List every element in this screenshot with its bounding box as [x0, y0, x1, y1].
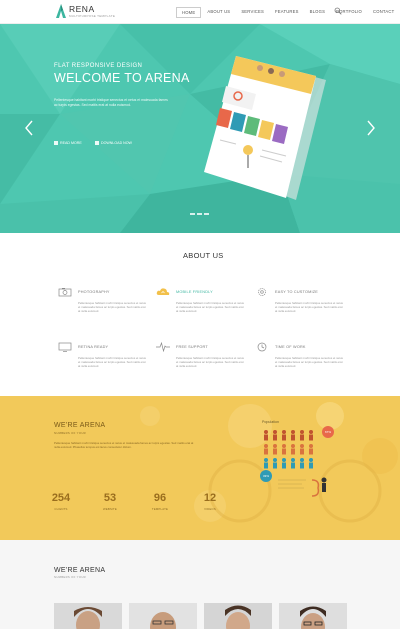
feature-retina-ready: RETINA READY Pellentesque habitant morbi…: [58, 341, 148, 369]
feature-title: EASY TO CUSTOMIZE: [275, 290, 318, 294]
read-more-label: READ MORE: [60, 141, 82, 145]
avatar: [54, 603, 122, 629]
camera-icon: [58, 288, 72, 297]
stats-subtitle: NUMBERS OF YOUR: [54, 431, 86, 435]
team-section: WE'RE ARENA NUMBERS OF YOUR: [0, 540, 400, 629]
settings-icon: [258, 288, 266, 296]
stat-value: 53: [103, 492, 117, 504]
next-arrow-icon[interactable]: [366, 120, 376, 136]
stat-value: 96: [153, 492, 167, 504]
menu-item-blogs[interactable]: BLOGS: [305, 7, 330, 18]
logo-icon: [56, 4, 66, 18]
hero-slider: FLAT RESPONSIVE DESIGN WELCOME TO ARENA …: [0, 24, 400, 233]
population-infographic: [264, 430, 327, 497]
feature-title: RETINA READY: [78, 345, 109, 349]
feature-photography: PHOTOGRAPHY Pellentesque habitant morbi …: [58, 286, 148, 314]
feature-title: TIME OF WORK: [275, 345, 306, 349]
clock-icon: [257, 342, 267, 352]
main-menu: HOME ABOUT US SERVICES FEATURES BLOGS PO…: [176, 7, 400, 18]
top-nav: RENA MULTIPURPOSE TEMPLATE HOME ABOUT US…: [0, 0, 400, 24]
feature-customize: EASY TO CUSTOMIZE Pellentesque habitant …: [255, 286, 345, 314]
logo-name: RENA: [69, 3, 95, 14]
slider-dot[interactable]: [190, 213, 195, 215]
feature-text: Pellentesque habitant morbi tristique se…: [275, 356, 343, 369]
device-mockup-image: [204, 56, 326, 200]
feature-mobile-friendly: MOBILE FRIENDLY Pellentesque habitant mo…: [156, 286, 246, 314]
feature-text: Pellentesque habitant morbi tristique se…: [275, 301, 343, 314]
logo-tagline: MULTIPURPOSE TEMPLATE: [69, 13, 116, 18]
cloud-upload-icon: [156, 288, 170, 295]
menu-item-services[interactable]: SERVICES: [236, 7, 269, 18]
slider-dots: [190, 213, 211, 215]
team-member-photo[interactable]: [54, 603, 122, 629]
stats-section: WE'RE ARENA NUMBERS OF YOUR Pellentesque…: [0, 396, 400, 540]
avatar: [129, 603, 197, 629]
about-title: ABOUT US: [183, 251, 224, 260]
feature-title: MOBILE FRIENDLY: [176, 290, 213, 294]
stat-label: CLIENTS: [54, 507, 68, 511]
search-icon[interactable]: [334, 7, 342, 15]
stat-clients: 254 CLIENTS: [49, 492, 73, 511]
stat-label: WEBSITE: [103, 507, 117, 511]
hero-text: Pellentesque habitant morbi tristique se…: [54, 98, 168, 107]
avatar: [279, 603, 347, 629]
feature-text: Pellentesque habitant morbi tristique se…: [78, 356, 146, 369]
hero-title: WELCOME TO ARENA: [54, 71, 190, 85]
feature-title: PHOTOGRAPHY: [78, 290, 110, 294]
menu-item-features[interactable]: FEATURES: [270, 7, 304, 18]
slider-dot[interactable]: [204, 213, 209, 215]
feature-title: FREE SUPPORT: [176, 345, 208, 349]
monitor-icon: [58, 342, 72, 352]
download-label: DOWNLOAD NOW: [101, 141, 132, 145]
stat-videos: 12 VIDEOS: [198, 492, 222, 511]
hero-subtitle: FLAT RESPONSIVE DESIGN: [54, 63, 143, 69]
stats-text: Pellentesque habitant morbi tristique se…: [54, 441, 194, 450]
menu-item-contact[interactable]: CONTACT: [368, 7, 399, 18]
stats-title: WE'RE ARENA: [54, 422, 106, 429]
menu-item-about-us[interactable]: ABOUT US: [202, 7, 235, 18]
prev-arrow-icon[interactable]: [24, 120, 34, 136]
download-link[interactable]: DOWNLOAD NOW: [95, 141, 132, 145]
stat-value: 12: [203, 492, 217, 504]
stat-website: 53 WEBSITE: [98, 492, 122, 511]
read-more-link[interactable]: READ MORE: [54, 141, 82, 145]
logo[interactable]: RENA MULTIPURPOSE TEMPLATE: [56, 4, 115, 18]
heartbeat-icon: [156, 342, 170, 352]
feature-time-of-work: TIME OF WORK Pellentesque habitant morbi…: [255, 341, 345, 369]
avatar: [204, 603, 272, 629]
team-subtitle: NUMBERS OF YOUR: [54, 575, 86, 579]
team-member-photo[interactable]: [279, 603, 347, 629]
team-member-photo[interactable]: [129, 603, 197, 629]
feature-text: Pellentesque habitant morbi tristique se…: [176, 356, 244, 369]
stat-label: VIDEOS: [204, 507, 216, 511]
slider-dot[interactable]: [197, 213, 202, 215]
stat-template: 96 TEMPLATE: [148, 492, 172, 511]
team-title: WE'RE ARENA: [54, 567, 106, 574]
menu-item-home[interactable]: HOME: [176, 7, 202, 18]
stat-label: TEMPLATE: [151, 507, 169, 511]
feature-text: Pellentesque habitant morbi tristique se…: [78, 301, 146, 314]
stat-value: 254: [51, 492, 71, 504]
about-section: ABOUT US PHOTOGRAPHY Pellentesque habita…: [0, 233, 400, 396]
team-member-photo[interactable]: [204, 603, 272, 629]
document-icon: [54, 141, 58, 145]
feature-free-support: FREE SUPPORT Pellentesque habitant morbi…: [156, 341, 246, 369]
feature-text: Pellentesque habitant morbi tristique se…: [176, 301, 244, 314]
download-icon: [95, 141, 99, 145]
